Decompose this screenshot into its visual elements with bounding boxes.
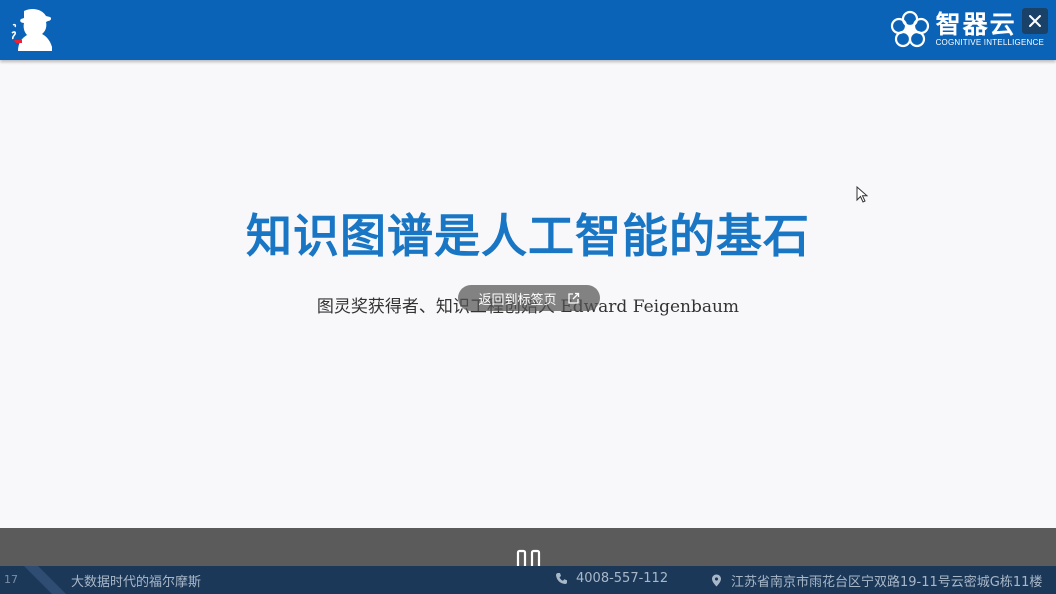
- location-pin-icon: [712, 574, 721, 587]
- footer-phone: 4008-557-112: [555, 571, 668, 586]
- detective-logo-icon: [11, 8, 52, 52]
- brand-subtitle: COGNITIVE INTELLIGENCE: [935, 38, 1044, 47]
- footer-address: 江苏省南京市雨花台区宁双路19-11号云密城G栋11楼: [710, 571, 1042, 590]
- return-to-tab-button[interactable]: 返回到标签页: [458, 285, 600, 311]
- footer-title: 大数据时代的福尔摩斯: [71, 575, 202, 590]
- slide-viewer: 智器云 COGNITIVE INTELLIGENCE 知识图谱是人工智能的基石 …: [0, 0, 1056, 594]
- close-icon: [1029, 15, 1041, 27]
- brand-flower-icon: [890, 10, 929, 48]
- phone-number: 4008-557-112: [576, 571, 669, 586]
- slide-title: 知识图谱是人工智能的基石: [246, 209, 810, 263]
- mouse-cursor-icon: [856, 186, 868, 203]
- header-bar: 智器云 COGNITIVE INTELLIGENCE: [0, 0, 1056, 60]
- footer-divider-stripe: [24, 566, 66, 594]
- address-text: 江苏省南京市雨花台区宁双路19-11号云密城G栋11楼: [731, 575, 1043, 590]
- page-number: 17: [4, 573, 18, 586]
- return-to-tab-label: 返回到标签页: [478, 292, 557, 308]
- external-link-icon: [567, 292, 579, 304]
- phone-icon: [556, 573, 567, 584]
- footer-bar: 17 大数据时代的福尔摩斯 4008-557-112 江苏省南京市雨花台区宁双路…: [0, 566, 1056, 594]
- brand-logo: 智器云 COGNITIVE INTELLIGENCE: [890, 8, 1044, 52]
- close-button[interactable]: [1022, 8, 1048, 34]
